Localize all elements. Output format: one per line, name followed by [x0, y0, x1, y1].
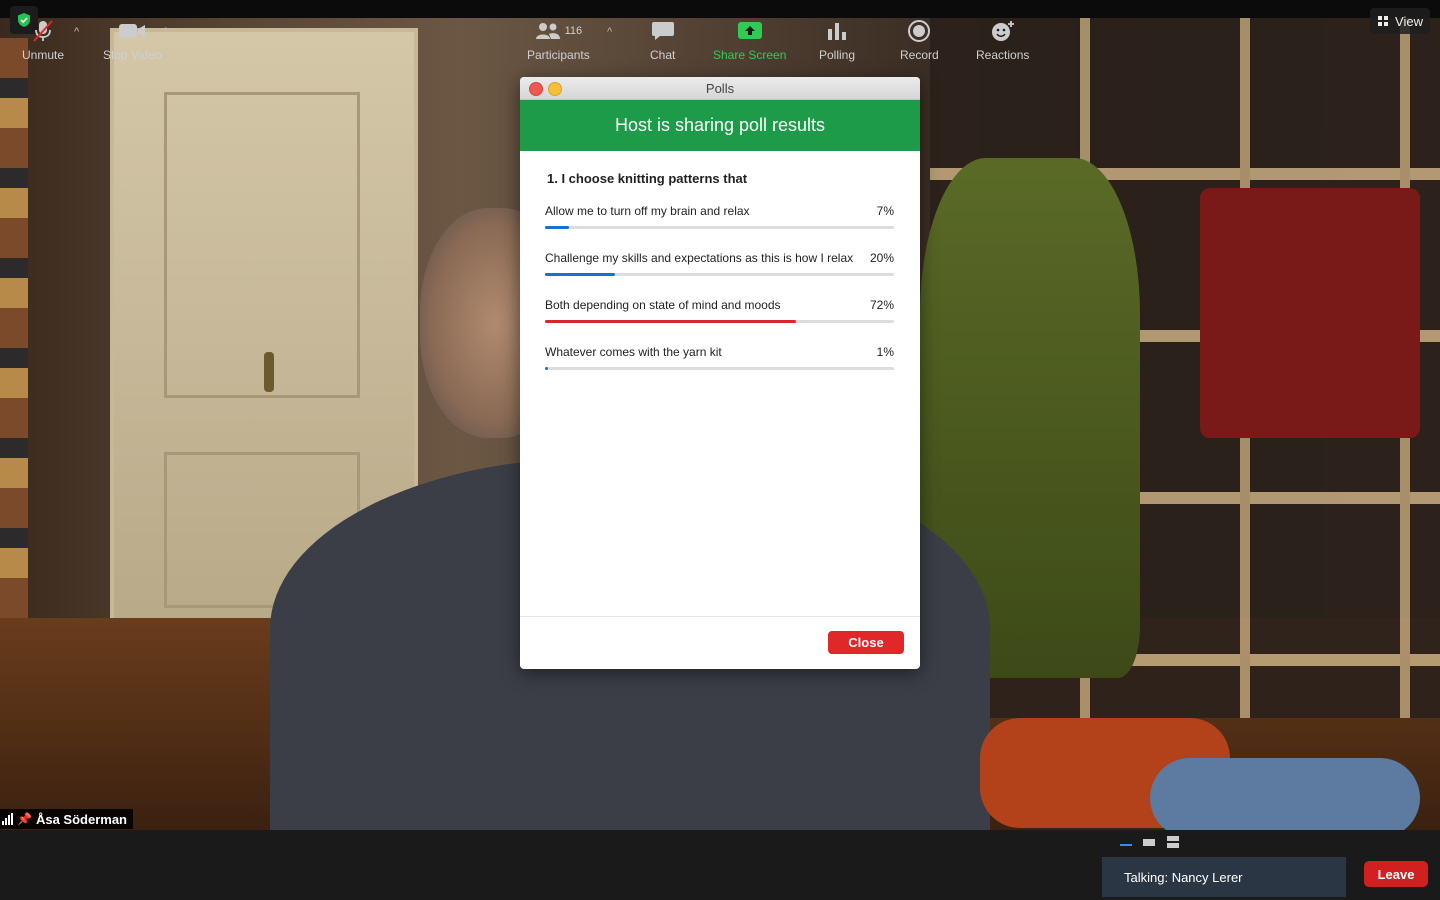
grid-icon — [1378, 16, 1389, 26]
video-options-caret-icon[interactable]: ^ — [163, 26, 168, 38]
participant-name: Åsa Söderman — [35, 811, 127, 827]
answer-bar — [545, 367, 894, 370]
polling-button[interactable]: Polling — [819, 18, 855, 62]
pin-icon: 📌 — [17, 812, 32, 826]
unmute-label: Unmute — [22, 48, 65, 62]
share-screen-label: Share Screen — [713, 48, 787, 62]
poll-question: 1. I choose knitting patterns that — [547, 171, 748, 186]
participants-label: Participants — [527, 48, 590, 62]
share-screen-button[interactable]: Share Screen — [713, 18, 786, 62]
record-label: Record — [900, 48, 939, 62]
talking-indicator: Talking: Nancy Lerer — [1102, 857, 1346, 897]
polls-dialog: Polls Host is sharing poll results 1. I … — [520, 77, 920, 669]
participants-count: 116 — [564, 25, 583, 37]
poll-answer: Allow me to turn off my brain and relax 7… — [545, 204, 894, 229]
answer-percent: 20% — [869, 251, 894, 265]
speaker-view-icon[interactable] — [1120, 836, 1132, 848]
poll-content: 1. I choose knitting patterns that Allow… — [520, 151, 920, 370]
leave-button[interactable]: Leave — [1364, 861, 1428, 887]
participants-options-caret-icon[interactable]: ^ — [607, 26, 612, 38]
answer-percent: 72% — [869, 298, 894, 312]
blue-yarn — [1150, 758, 1420, 830]
audio-options-caret-icon[interactable]: ^ — [74, 26, 79, 38]
answer-label: Allow me to turn off my brain and relax — [545, 204, 750, 218]
answer-bar-fill — [545, 226, 570, 229]
answer-bar — [545, 273, 894, 276]
muted-mic-icon — [33, 20, 53, 42]
stop-video-label: Stop Video — [103, 48, 162, 62]
share-screen-icon — [737, 22, 762, 39]
view-button[interactable]: View — [1370, 8, 1430, 34]
answer-bar-fill — [545, 273, 615, 276]
participants-icon — [535, 23, 560, 39]
unmute-button[interactable]: Unmute — [22, 18, 64, 62]
poll-answer: Challenge my skills and expectations as … — [545, 251, 894, 276]
top-bar — [0, 0, 1440, 18]
answer-percent: 7% — [876, 204, 894, 218]
answer-bar-fill — [545, 320, 797, 323]
gallery-view-icon[interactable] — [1167, 836, 1179, 848]
answer-bar-fill — [545, 367, 549, 370]
side-by-side-icon[interactable] — [1143, 836, 1155, 848]
answer-bar — [545, 226, 894, 229]
close-button[interactable]: Close — [828, 631, 904, 654]
bar-chart-icon — [828, 23, 847, 40]
answer-bar — [545, 320, 894, 323]
chat-button[interactable]: Chat — [650, 18, 675, 62]
record-icon — [908, 20, 931, 42]
reactions-button[interactable]: Reactions — [976, 18, 1029, 62]
answer-label: Both depending on state of mind and mood… — [545, 298, 781, 312]
chat-bubble-icon — [651, 22, 674, 40]
polling-label: Polling — [819, 48, 856, 62]
reactions-smiley-icon — [991, 21, 1014, 41]
video-camera-icon — [119, 24, 146, 38]
record-button[interactable]: Record — [900, 18, 939, 62]
signal-icon — [2, 813, 13, 825]
reactions-label: Reactions — [976, 48, 1030, 62]
stop-video-button[interactable]: Stop Video — [103, 18, 162, 62]
chat-label: Chat — [650, 48, 676, 62]
dialog-titlebar: Polls — [520, 77, 920, 100]
answer-label: Whatever comes with the yarn kit — [545, 345, 722, 359]
view-label: View — [1395, 13, 1423, 29]
bookshelf — [0, 38, 28, 638]
poll-answer: Both depending on state of mind and mood… — [545, 298, 894, 323]
answer-percent: 1% — [876, 345, 894, 359]
poll-answer: Whatever comes with the yarn kit 1% — [545, 345, 894, 370]
poll-banner: Host is sharing poll results — [520, 100, 920, 151]
red-cardigan — [1200, 188, 1420, 438]
participants-button[interactable]: 116 Participants — [527, 18, 590, 62]
dialog-title: Polls — [705, 81, 735, 96]
answer-label: Challenge my skills and expectations as … — [545, 251, 854, 265]
dialog-footer: Close — [520, 616, 920, 669]
participant-name-tag: 📌 Åsa Söderman — [0, 809, 133, 829]
